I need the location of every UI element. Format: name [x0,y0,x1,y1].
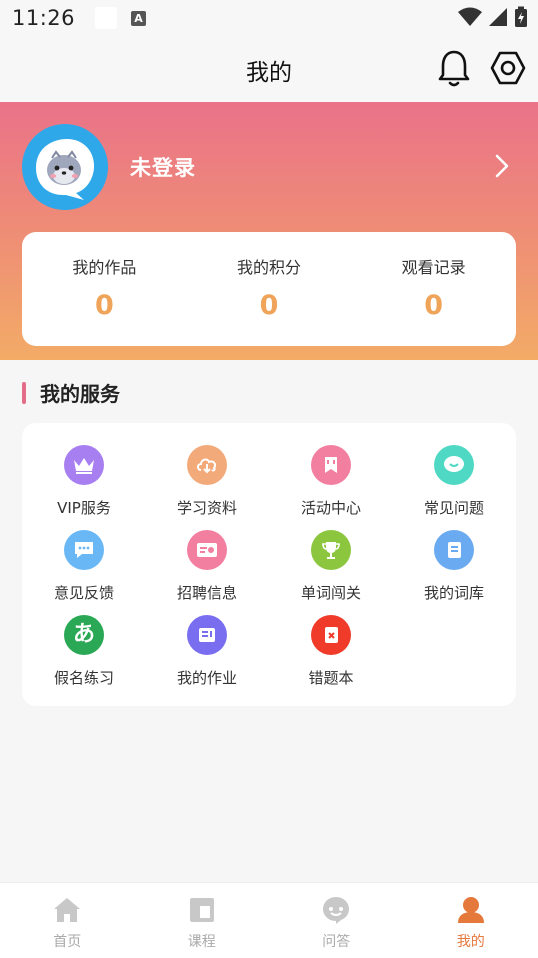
service-vip[interactable]: VIP服务 [22,445,146,529]
chevron-right-icon[interactable] [490,152,514,180]
services-section-header: 我的服务 [22,378,120,407]
status-bar: 11:26 A [0,0,538,36]
status-time: 11:26 [12,6,76,30]
home-icon [52,895,82,925]
nav-course[interactable]: 课程 [135,883,270,958]
stat-label: 观看记录 [401,258,466,277]
stat-works[interactable]: 我的作品 0 [22,232,187,346]
a-notification-icon: A [131,10,147,26]
nav-profile[interactable]: 我的 [404,883,538,958]
service-label: 我的词库 [423,584,484,602]
notification-placeholder-icon [95,7,118,29]
stat-history[interactable]: 观看记录 0 [351,232,516,346]
service-label: VIP服务 [57,499,111,517]
stats-card: 我的作品 0 我的积分 0 观看记录 0 [22,232,516,346]
trophy-icon [311,530,351,570]
service-label: 错题本 [308,669,354,687]
service-label: 意见反馈 [53,584,114,602]
document-icon [434,530,474,570]
service-activity[interactable]: 活动中心 [269,445,393,529]
service-wordbank[interactable]: 我的词库 [392,530,516,614]
error-book-icon [311,615,351,655]
service-label: 我的作业 [176,669,237,687]
bottom-nav: 首页 课程 问答 我的 [0,882,538,958]
avatar[interactable] [22,124,108,210]
service-faq[interactable]: 常见问题 [392,445,516,529]
service-homework[interactable]: 我的作业 [145,615,269,699]
service-label: 活动中心 [300,499,361,517]
nav-label: 我的 [456,934,485,950]
seal-mascot-avatar [22,124,108,210]
service-word-challenge[interactable]: 单词闯关 [269,530,393,614]
hiragana-a-icon: あ [64,615,104,655]
profile-icon [456,895,486,925]
service-label: 假名练习 [53,669,114,687]
stat-points[interactable]: 我的积分 0 [187,232,352,346]
profile-header: 未登录 我的作品 0 我的积分 0 观看记录 0 [0,102,538,360]
service-label: 招聘信息 [176,584,237,602]
service-kana-practice[interactable]: あ 假名练习 [22,615,146,699]
id-card-icon [187,530,227,570]
chat-bubble-icon [64,530,104,570]
service-jobs[interactable]: 招聘信息 [145,530,269,614]
crown-icon [64,445,104,485]
stat-value: 0 [94,290,114,321]
course-icon [187,895,217,925]
cloud-download-icon [187,445,227,485]
service-error-book[interactable]: 错题本 [269,615,393,699]
qa-icon [321,895,351,925]
hexagon-settings-icon [490,51,526,85]
services-card: VIP服务 学习资料 活动中心 常见问题 意见反馈 招聘信息 单词闯关 我的词库… [22,423,516,706]
nav-label: 首页 [53,934,82,950]
battery-icon [515,6,527,27]
homework-icon [187,615,227,655]
stat-label: 我的积分 [237,258,302,277]
nav-home[interactable]: 首页 [0,883,135,958]
stat-value: 0 [424,290,444,321]
service-materials[interactable]: 学习资料 [145,445,269,529]
service-feedback[interactable]: 意见反馈 [22,530,146,614]
smile-bubble-icon [434,445,474,485]
service-label: 学习资料 [176,499,237,517]
bell-icon [438,50,470,87]
nav-label: 问答 [322,934,351,950]
user-name[interactable]: 未登录 [130,152,196,182]
notification-button[interactable] [436,46,472,90]
section-accent-bar [22,381,26,404]
tag-icon [311,445,351,485]
nav-qa[interactable]: 问答 [269,883,404,958]
wifi-icon [458,7,482,26]
section-title: 我的服务 [40,382,120,406]
top-bar: 我的 [0,36,538,102]
service-label: 单词闯关 [300,584,361,602]
status-indicators [458,6,528,28]
settings-button[interactable] [488,48,528,88]
stat-label: 我的作品 [72,258,137,277]
nav-label: 课程 [187,934,216,950]
cell-signal-icon [489,8,507,26]
service-label: 常见问题 [423,499,484,517]
hiragana-glyph: あ [72,622,95,647]
stat-value: 0 [259,290,279,321]
